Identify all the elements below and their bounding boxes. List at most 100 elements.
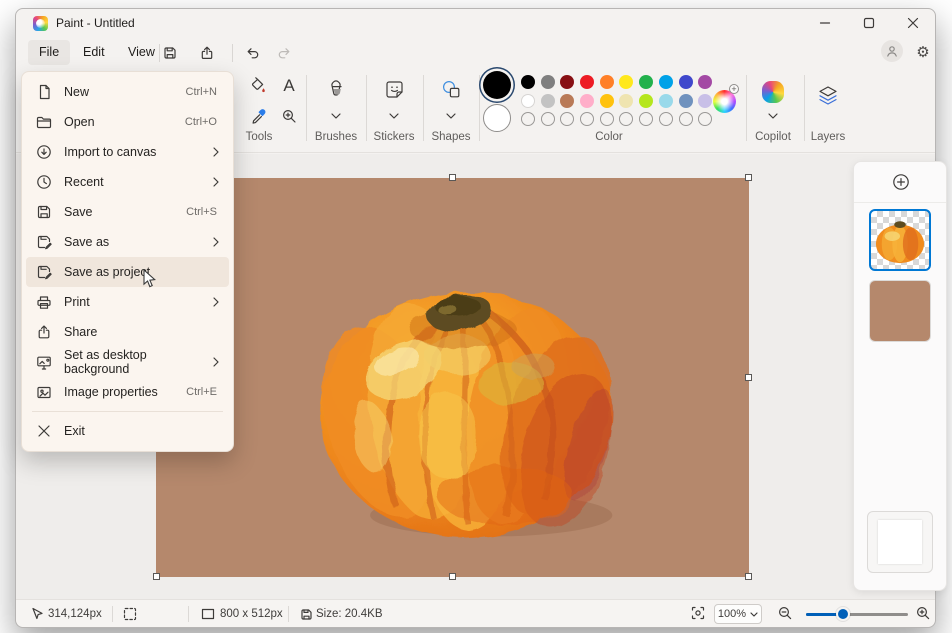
zoom-in-button[interactable] xyxy=(915,605,931,621)
canvas-handle-right[interactable] xyxy=(745,374,752,381)
close-button[interactable] xyxy=(891,9,935,37)
menu-item-recent[interactable]: Recent xyxy=(26,167,229,197)
zoom-slider[interactable] xyxy=(806,613,908,616)
color-swatch[interactable] xyxy=(521,94,535,108)
layers-panel xyxy=(853,161,947,591)
eyedropper-tool-button[interactable] xyxy=(245,103,271,129)
eyedropper-icon xyxy=(250,108,267,125)
empty-color-slot[interactable] xyxy=(521,112,535,126)
empty-color-slot[interactable] xyxy=(600,112,614,126)
menu-item-save-as-project[interactable]: Save as project xyxy=(26,257,229,287)
layer-thumbnail-background-color[interactable] xyxy=(869,280,931,342)
empty-color-slot[interactable] xyxy=(619,112,633,126)
maximize-button[interactable] xyxy=(847,9,891,37)
menu-item-new[interactable]: New Ctrl+N xyxy=(26,77,229,107)
canvas-handle-bottom-left[interactable] xyxy=(153,573,160,580)
color-swatch[interactable] xyxy=(560,94,574,108)
color-swatch[interactable] xyxy=(580,75,594,89)
menu-edit[interactable]: Edit xyxy=(72,40,116,65)
fit-to-screen-button[interactable] xyxy=(690,605,706,621)
menu-item-save-as[interactable]: Save as xyxy=(26,227,229,257)
color-swatch[interactable] xyxy=(600,75,614,89)
zoom-level-dropdown[interactable]: 100% xyxy=(714,604,762,624)
magnifier-icon xyxy=(281,108,298,125)
canvas-handle-bottom-right[interactable] xyxy=(745,573,752,580)
ribbon-separator xyxy=(479,75,480,141)
brushes-button[interactable] xyxy=(323,76,349,102)
stickers-button[interactable] xyxy=(381,76,407,102)
brushes-dropdown-chevron[interactable] xyxy=(328,111,344,121)
cursor-position-value: 314,124px xyxy=(48,600,102,628)
menu-file[interactable]: File xyxy=(28,40,70,65)
add-layer-button[interactable] xyxy=(890,171,912,193)
save-icon xyxy=(162,45,178,61)
text-tool-button[interactable]: A xyxy=(276,73,302,99)
canvas-handle-bottom[interactable] xyxy=(449,573,456,580)
color-swatch[interactable] xyxy=(541,75,555,89)
fill-tool-button[interactable] xyxy=(245,73,271,99)
drawing-canvas[interactable] xyxy=(156,178,749,577)
stickers-dropdown-chevron[interactable] xyxy=(386,111,402,121)
layers-button[interactable] xyxy=(815,83,841,109)
minimize-icon xyxy=(819,17,831,29)
empty-color-slot[interactable] xyxy=(679,112,693,126)
save-button[interactable] xyxy=(155,41,185,65)
clock-icon xyxy=(36,174,52,190)
color-swatch[interactable] xyxy=(659,75,673,89)
undo-button[interactable] xyxy=(238,41,268,65)
save-icon xyxy=(36,204,52,220)
copilot-button[interactable] xyxy=(760,79,786,105)
color-swatch[interactable] xyxy=(639,75,653,89)
empty-color-slot[interactable] xyxy=(541,112,555,126)
color-swatch[interactable] xyxy=(698,75,712,89)
canvas-background-layer[interactable] xyxy=(867,511,933,573)
secondary-color-swatch[interactable] xyxy=(483,104,511,132)
empty-color-slot[interactable] xyxy=(659,112,673,126)
palette-row-2 xyxy=(521,94,712,108)
color-swatch[interactable] xyxy=(698,94,712,108)
copilot-dropdown-chevron[interactable] xyxy=(765,111,781,121)
empty-color-slot[interactable] xyxy=(698,112,712,126)
color-swatch[interactable] xyxy=(580,94,594,108)
menu-item-image-properties[interactable]: Image properties Ctrl+E xyxy=(26,377,229,407)
menu-item-save[interactable]: Save Ctrl+S xyxy=(26,197,229,227)
color-swatch[interactable] xyxy=(619,94,633,108)
menu-item-open[interactable]: Open Ctrl+O xyxy=(26,107,229,137)
menu-item-import-to-canvas[interactable]: Import to canvas xyxy=(26,137,229,167)
color-swatch[interactable] xyxy=(619,75,633,89)
layer-thumbnail-pumpkin[interactable] xyxy=(869,209,931,271)
magnifier-tool-button[interactable] xyxy=(276,103,302,129)
add-layer-icon xyxy=(892,173,910,191)
color-swatch[interactable] xyxy=(521,75,535,89)
menu-item-share[interactable]: Share xyxy=(26,317,229,347)
chevron-down-icon xyxy=(768,113,778,119)
foreground-color-swatch[interactable] xyxy=(483,71,511,99)
color-swatch[interactable] xyxy=(679,94,693,108)
account-button[interactable] xyxy=(881,40,903,62)
canvas-handle-top-right[interactable] xyxy=(745,174,752,181)
share-icon xyxy=(199,45,215,61)
empty-color-slot[interactable] xyxy=(639,112,653,126)
color-swatch[interactable] xyxy=(560,75,574,89)
menubar: File Edit View xyxy=(16,37,935,69)
color-swatch[interactable] xyxy=(679,75,693,89)
menu-item-exit[interactable]: Exit xyxy=(26,416,229,446)
color-swatch[interactable] xyxy=(541,94,555,108)
statusbar: 314,124px 800 x 512px Size: 20.4KB xyxy=(16,599,935,627)
canvas-handle-top[interactable] xyxy=(449,174,456,181)
empty-color-slot[interactable] xyxy=(580,112,594,126)
color-swatch[interactable] xyxy=(639,94,653,108)
color-swatch[interactable] xyxy=(600,94,614,108)
redo-button[interactable] xyxy=(268,41,298,65)
shapes-dropdown-chevron[interactable] xyxy=(443,111,459,121)
empty-color-slot[interactable] xyxy=(560,112,574,126)
color-swatch[interactable] xyxy=(659,94,673,108)
minimize-button[interactable] xyxy=(803,9,847,37)
shapes-button[interactable] xyxy=(438,76,464,102)
zoom-slider-thumb[interactable] xyxy=(836,607,850,621)
zoom-out-button[interactable] xyxy=(777,605,793,621)
settings-button[interactable]: ⚙ xyxy=(911,40,935,64)
menu-item-print[interactable]: Print xyxy=(26,287,229,317)
share-button[interactable] xyxy=(192,41,222,65)
menu-item-set-as-desktop-background[interactable]: Set as desktop background xyxy=(26,347,229,377)
